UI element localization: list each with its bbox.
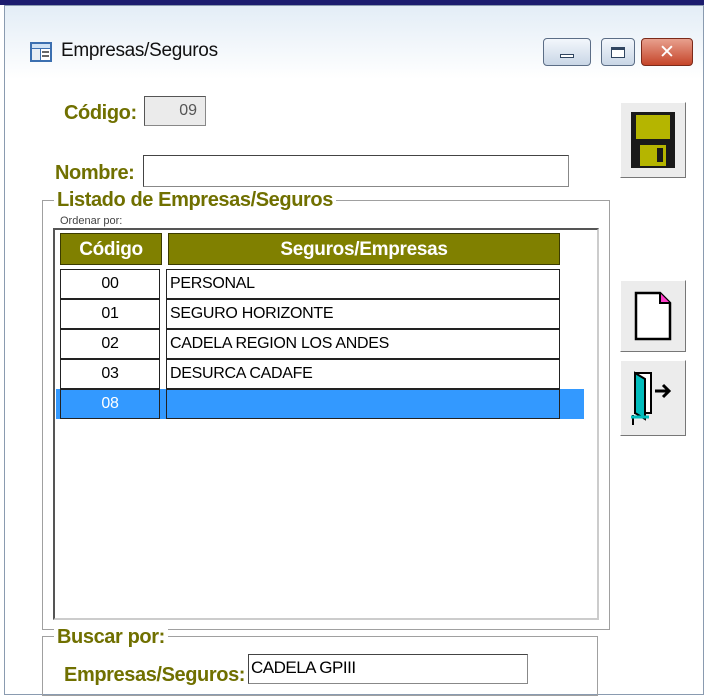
row-code[interactable]: 01 [60,299,160,329]
app-icon [30,42,52,62]
codigo-field: 09 [144,96,206,126]
row-name[interactable]: CADELA REGION LOS ANDES [166,329,560,359]
row-name[interactable]: DESURCA CADAFE [166,359,560,389]
minimize-icon [560,54,574,58]
new-button[interactable] [620,280,686,352]
maximize-button[interactable] [601,38,635,66]
buscar-legend: Buscar por: [54,626,168,649]
row-code[interactable]: 03 [60,359,160,389]
row-name[interactable]: SEGURO HORIZONTE [166,299,560,329]
exit-door-icon [631,371,672,425]
save-button[interactable] [620,102,686,178]
row-code[interactable]: 02 [60,329,160,359]
window-title: Empresas/Seguros [61,40,218,61]
exit-button[interactable] [620,360,686,436]
floppy-disk-icon [631,112,675,168]
ordenar-label: Ordenar por: [60,215,123,227]
new-document-icon [634,291,672,341]
close-button[interactable]: ✕ [641,38,693,66]
buscar-label: Empresas/Seguros: [64,664,246,686]
close-icon: ✕ [659,40,675,63]
column-header-seguros[interactable]: Seguros/Empresas [168,233,560,265]
column-header-codigo[interactable]: Código [60,233,162,265]
codigo-label: Código: [64,102,137,124]
listado-legend: Listado de Empresas/Seguros [54,189,336,212]
minimize-button[interactable] [543,38,591,66]
buscar-input[interactable]: CADELA GPIII [248,654,528,684]
row-code-selected[interactable]: 08 [60,389,160,419]
nombre-label: Nombre: [55,162,135,184]
nombre-input[interactable] [143,155,569,187]
title-bar[interactable]: Empresas/Seguros ✕ [5,6,703,92]
row-name-selected[interactable] [166,389,560,419]
maximize-icon [611,46,625,58]
row-code[interactable]: 00 [60,269,160,299]
row-name[interactable]: PERSONAL [166,269,560,299]
